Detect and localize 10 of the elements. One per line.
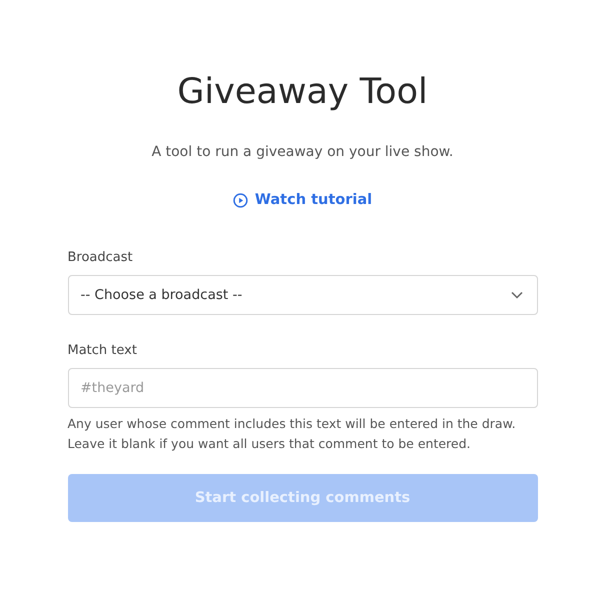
play-icon <box>232 192 248 208</box>
field-label: Broadcast <box>68 250 134 265</box>
broadcast-select[interactable]: -- Choose a broadcast -- <box>68 275 538 315</box>
page-subtitle: A tool to run a giveaway on your live show. <box>150 144 454 160</box>
watch-tutorial-link[interactable]: Watch tutorial <box>232 192 372 208</box>
match-text-field[interactable]: #theyard <box>68 368 538 408</box>
field-label: Match text <box>68 343 138 358</box>
page-title: Giveaway Tool <box>176 71 429 114</box>
chevron-down-icon <box>510 291 522 299</box>
help-text: Any user whose comment includes this text will be entered in the draw. Leave it blank if you want all users that comment to be entered. <box>68 415 517 453</box>
